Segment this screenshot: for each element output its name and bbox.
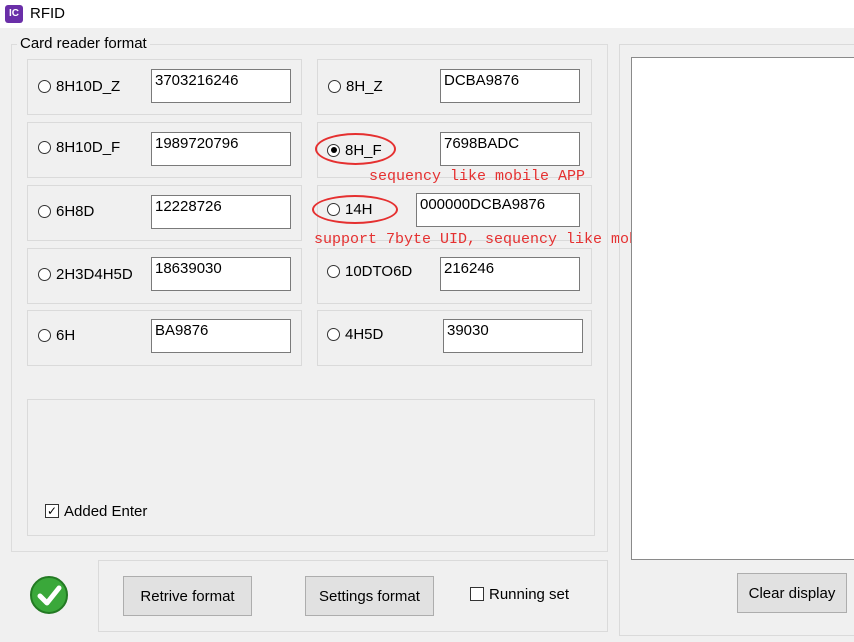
app-icon: IC bbox=[5, 5, 23, 23]
value-field-8h10d-f[interactable]: 1989720796 bbox=[151, 132, 291, 166]
radio-label: 6H bbox=[56, 326, 76, 344]
radio-6h[interactable]: 6H bbox=[38, 326, 75, 344]
highlight-ellipse-14h bbox=[312, 195, 398, 224]
radio-4h5d[interactable]: 4H5D bbox=[327, 325, 383, 343]
window-title: RFID bbox=[30, 5, 65, 22]
checkbox-label: Added Enter bbox=[64, 502, 148, 520]
group-label: Card reader format bbox=[17, 35, 150, 52]
radio-circle[interactable] bbox=[38, 204, 51, 218]
radio-10dto6d[interactable]: 10DTO6D bbox=[327, 262, 412, 280]
radio-label: 4H5D bbox=[345, 325, 384, 343]
radio-label: 10DTO6D bbox=[345, 262, 413, 280]
display-area[interactable] bbox=[631, 57, 854, 560]
radio-circle[interactable] bbox=[327, 327, 340, 341]
checkbox-unchecked[interactable] bbox=[470, 587, 484, 601]
radio-8h10d-z[interactable]: 8H10D_Z bbox=[38, 77, 120, 95]
radio-label: 6H8D bbox=[56, 202, 95, 220]
settings-format-button[interactable]: Settings format bbox=[305, 576, 434, 616]
annotation-8h-f: sequency like mobile APP bbox=[369, 168, 586, 185]
radio-circle[interactable] bbox=[38, 79, 51, 93]
radio-label: 8H10D_F bbox=[56, 138, 121, 156]
value-field-4h5d[interactable]: 39030 bbox=[443, 319, 583, 353]
radio-circle[interactable] bbox=[38, 140, 51, 154]
radio-8h10d-f[interactable]: 8H10D_F bbox=[38, 138, 120, 156]
title-bar bbox=[0, 0, 854, 28]
radio-circle[interactable] bbox=[328, 79, 341, 93]
checkbox-label: Running set bbox=[489, 585, 570, 603]
radio-circle[interactable] bbox=[327, 264, 340, 278]
radio-label: 8H_Z bbox=[346, 77, 383, 95]
added-enter-checkbox[interactable]: ✓ Added Enter bbox=[45, 502, 147, 520]
highlight-ellipse-8h-f bbox=[315, 133, 396, 165]
radio-circle[interactable] bbox=[38, 328, 51, 342]
value-field-6h[interactable]: BA9876 bbox=[151, 319, 291, 353]
value-field-2h3d4h5d[interactable]: 18639030 bbox=[151, 257, 291, 291]
check-circle-icon bbox=[29, 575, 69, 615]
retrieve-format-button[interactable]: Retrive format bbox=[123, 576, 252, 616]
value-field-6h8d[interactable]: 12228726 bbox=[151, 195, 291, 229]
radio-6h8d[interactable]: 6H8D bbox=[38, 202, 94, 220]
radio-label: 8H10D_Z bbox=[56, 77, 121, 95]
value-field-8h-z[interactable]: DCBA9876 bbox=[440, 69, 580, 103]
radio-2h3d4h5d[interactable]: 2H3D4H5D bbox=[38, 265, 133, 283]
clear-display-button[interactable]: Clear display bbox=[737, 573, 847, 613]
value-field-10dto6d[interactable]: 216246 bbox=[440, 257, 580, 291]
value-field-14h[interactable]: 000000DCBA9876 bbox=[416, 193, 580, 227]
radio-label: 2H3D4H5D bbox=[56, 265, 133, 283]
radio-circle[interactable] bbox=[38, 267, 51, 281]
radio-8h-z[interactable]: 8H_Z bbox=[328, 77, 383, 95]
value-field-8h-f[interactable]: 7698BADC bbox=[440, 132, 580, 166]
value-field-8h10d-z[interactable]: 3703216246 bbox=[151, 69, 291, 103]
running-set-checkbox[interactable]: Running set bbox=[470, 585, 569, 603]
checkbox-checked[interactable]: ✓ bbox=[45, 504, 59, 518]
